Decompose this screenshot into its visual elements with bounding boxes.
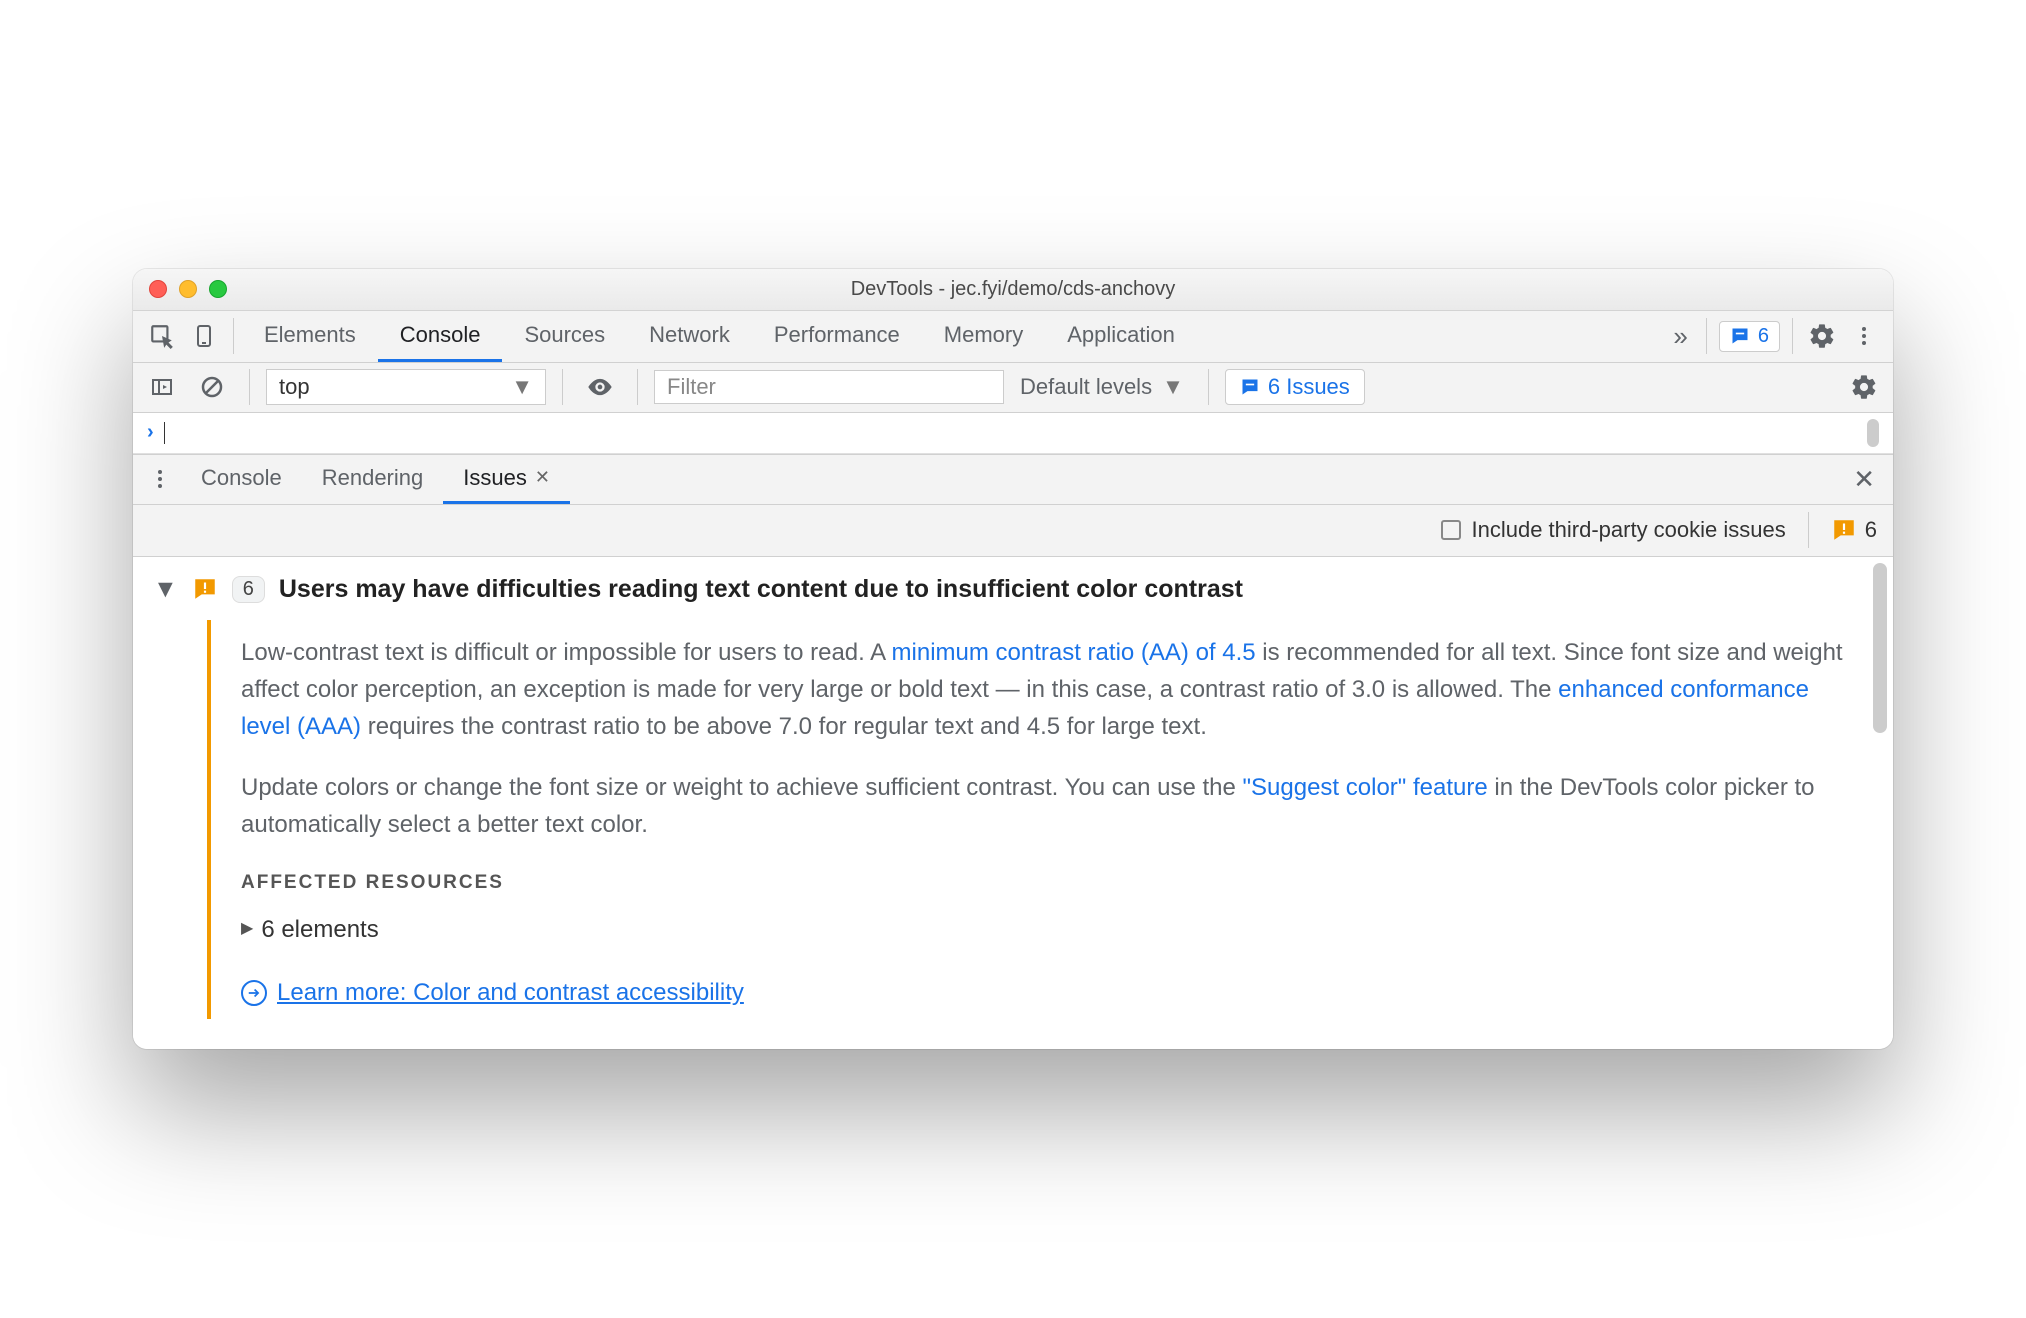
tab-network[interactable]: Network [627,310,752,362]
drawer-tab-issues[interactable]: Issues ✕ [443,454,570,504]
main-tabs: Elements Console Sources Network Perform… [242,310,1663,362]
close-tab-icon[interactable]: ✕ [535,467,550,488]
issue-paragraph: Low-contrast text is difficult or imposs… [241,634,1847,746]
close-drawer-icon[interactable]: ✕ [1841,464,1887,495]
separator [249,369,250,405]
third-party-cookies-checkbox[interactable]: Include third-party cookie issues [1441,517,1785,543]
checkbox-box [1441,520,1461,540]
log-levels-select[interactable]: Default levels ▼ [1012,370,1192,404]
clear-console-icon[interactable] [191,366,233,408]
warning-count[interactable]: 6 [1831,517,1877,543]
console-issues-label: 6 Issues [1268,374,1350,400]
separator [1808,512,1809,548]
console-filter-input[interactable] [654,370,1004,404]
arrow-circle-icon [241,980,267,1006]
drawer-tab-issues-label: Issues [463,465,527,491]
affected-resources-label: 6 elements [261,911,378,948]
prompt-chevron-icon: › [147,421,154,444]
console-sidebar-toggle-icon[interactable] [141,366,183,408]
issue-header[interactable]: ▼ 6 Users may have difficulties reading … [153,575,1873,604]
expand-triangle-icon[interactable]: ▼ [153,575,178,604]
separator [1792,318,1793,354]
inspect-element-icon[interactable] [141,315,183,357]
text-cursor [164,422,166,444]
tab-elements[interactable]: Elements [242,310,378,362]
scrollbar-thumb[interactable] [1873,563,1887,733]
separator [233,318,234,354]
main-tabs-row: Elements Console Sources Network Perform… [133,311,1893,363]
exclamation-bubble-icon [192,576,218,602]
dropdown-caret-icon: ▼ [511,374,533,400]
live-expression-icon[interactable] [579,366,621,408]
execution-context-select[interactable]: top ▼ [266,369,546,405]
issue-count-pill: 6 [232,576,265,603]
window-titlebar: DevTools - jec.fyi/demo/cds-anchovy [133,269,1893,311]
separator [1706,318,1707,354]
learn-more-row: Learn more: Color and contrast accessibi… [241,974,1847,1011]
affected-resources-heading: AFFECTED RESOURCES [241,868,1847,897]
link-min-contrast[interactable]: minimum contrast ratio (AA) of 4.5 [892,639,1256,666]
text: Low-contrast text is difficult or imposs… [241,639,892,666]
drawer: Console Rendering Issues ✕ ✕ Include thi… [133,454,1893,1050]
console-settings-icon[interactable] [1843,366,1885,408]
message-icon [1240,377,1260,397]
exclamation-bubble-icon [1831,517,1857,543]
more-tabs-button[interactable]: » [1663,321,1697,352]
issues-body: ▼ 6 Users may have difficulties reading … [133,557,1893,1050]
drawer-tab-rendering[interactable]: Rendering [302,454,444,504]
drawer-tabs-row: Console Rendering Issues ✕ ✕ [133,455,1893,505]
text: Update colors or change the font size or… [241,774,1243,801]
tab-memory[interactable]: Memory [922,310,1045,362]
text: requires the contrast ratio to be above … [361,713,1207,740]
console-issues-link[interactable]: 6 Issues [1225,369,1365,405]
separator [562,369,563,405]
window-title: DevTools - jec.fyi/demo/cds-anchovy [133,278,1893,301]
more-options-icon[interactable] [1843,315,1885,357]
device-toolbar-icon[interactable] [183,315,225,357]
tab-application[interactable]: Application [1045,310,1197,362]
third-party-cookies-label: Include third-party cookie issues [1471,517,1785,543]
separator [1208,369,1209,405]
separator [637,369,638,405]
settings-icon[interactable] [1801,315,1843,357]
drawer-more-icon[interactable] [139,458,181,500]
levels-label: Default levels [1020,374,1152,400]
issue-detail: Low-contrast text is difficult or imposs… [207,620,1873,1020]
dropdown-caret-icon: ▼ [1162,374,1184,400]
tab-console[interactable]: Console [378,310,503,362]
issue-paragraph: Update colors or change the font size or… [241,769,1847,843]
tab-performance[interactable]: Performance [752,310,922,362]
context-label: top [279,374,310,400]
issues-toolbar: Include third-party cookie issues 6 [133,505,1893,557]
scrollbar-thumb[interactable] [1867,419,1879,447]
issues-badge[interactable]: 6 [1719,321,1780,352]
warning-count-value: 6 [1865,517,1877,543]
devtools-window: DevTools - jec.fyi/demo/cds-anchovy Elem… [133,269,1893,1050]
console-prompt[interactable]: › [133,413,1893,454]
console-toolbar: top ▼ Default levels ▼ 6 Issues [133,363,1893,413]
link-learn-more[interactable]: Learn more: Color and contrast accessibi… [277,974,744,1011]
affected-resources-item[interactable]: ▶ 6 elements [241,911,1847,948]
drawer-tab-console[interactable]: Console [181,454,302,504]
link-suggest-color[interactable]: "Suggest color" feature [1243,774,1488,801]
message-icon [1730,326,1750,346]
expand-triangle-icon: ▶ [241,917,253,942]
issue-title: Users may have difficulties reading text… [279,575,1243,604]
issues-badge-count: 6 [1758,325,1769,348]
tab-sources[interactable]: Sources [502,310,627,362]
